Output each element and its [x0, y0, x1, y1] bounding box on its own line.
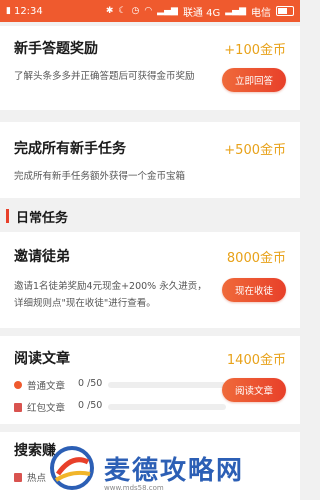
signal-icon: ▂▄▆	[157, 6, 178, 16]
moon-icon: ☾	[118, 6, 127, 16]
progress-bar	[108, 382, 226, 388]
task-description: 邀请1名徒弟奖励4元现金+200% 永久进贡，详细规则点"现在收徒"进行查看。	[14, 281, 207, 309]
item-count: 0 /50	[78, 400, 103, 411]
alarm-icon: ◷	[131, 6, 140, 16]
task-reward: 8000金币	[226, 251, 286, 266]
section-marker	[6, 209, 9, 223]
network-label: 联通 4G	[182, 7, 221, 19]
status-bar: ▮ 12:34 ✱ ☾ ◷ ◠ ▂▄▆ 联通 4G ▂▄▆ 电信	[0, 0, 300, 22]
carrier-signal-icon: ▮	[6, 6, 11, 16]
bluetooth-icon: ✱	[105, 6, 114, 16]
watermark-logo-icon	[50, 446, 94, 490]
battery-icon	[276, 6, 294, 16]
recruit-now-button[interactable]: 现在收徒	[222, 278, 286, 302]
task-card-read: 阅读文章 1400金币 普通文章 0 /50 红包文章 0 /50 阅读文章	[0, 336, 300, 424]
section-title: 日常任务	[16, 211, 69, 226]
wifi-icon: ◠	[144, 6, 153, 16]
task-title: 完成所有新手任务	[14, 141, 126, 157]
task-description: 完成所有新手任务额外获得一个金币宝箱	[14, 171, 186, 182]
watermark: 麦德攻略网 www.mds58.com	[40, 440, 300, 500]
watermark-text: 麦德攻略网	[104, 456, 245, 486]
item-label: 普通文章	[27, 381, 66, 392]
daily-tasks-header: 日常任务	[0, 202, 300, 230]
watermark-url: www.mds58.com	[104, 484, 164, 492]
article-icon	[14, 381, 22, 389]
read-articles-button[interactable]: 阅读文章	[222, 378, 286, 402]
red-packet-icon	[14, 402, 22, 412]
task-card-quiz: 新手答题奖励 +100金币 了解头条多多并正确答题后可获得金币奖励 立即回答	[0, 26, 300, 110]
task-card-newbie: 完成所有新手任务 +500金币 完成所有新手任务额外获得一个金币宝箱	[0, 122, 300, 198]
status-time: 12:34	[13, 5, 43, 17]
task-card-invite: 邀请徒弟 8000金币 邀请1名徒弟奖励4元现金+200% 永久进贡，详细规则点…	[0, 232, 300, 328]
carrier-label: 电信	[251, 7, 271, 19]
signal-icon-2: ▂▄▆	[225, 6, 246, 16]
item-count: 0 /50	[78, 378, 103, 389]
progress-bar	[108, 404, 226, 410]
item-label: 红包文章	[27, 403, 66, 414]
task-title: 阅读文章	[14, 351, 70, 367]
list-item: 普通文章	[14, 378, 65, 392]
task-reward: +500金币	[224, 143, 286, 158]
hot-icon	[14, 472, 22, 482]
task-description: 了解头条多多并正确答题后可获得金币奖励	[14, 71, 195, 82]
task-reward: 1400金币	[226, 353, 286, 368]
task-title: 新手答题奖励	[14, 41, 98, 57]
task-reward: +100金币	[224, 43, 286, 58]
task-title: 邀请徒弟	[14, 249, 70, 265]
list-item: 红包文章	[14, 400, 65, 414]
answer-now-button[interactable]: 立即回答	[222, 68, 286, 92]
